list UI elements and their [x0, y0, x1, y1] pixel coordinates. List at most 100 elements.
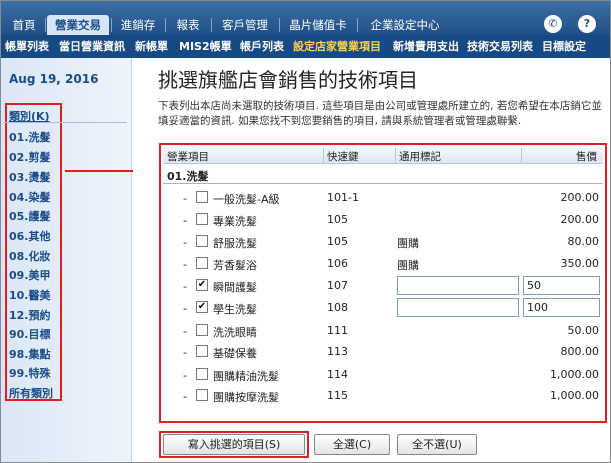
- sidebar-item-other[interactable]: 06.其他: [9, 228, 51, 244]
- subnav-goal-settings[interactable]: 目標設定: [542, 35, 586, 58]
- table-row: - ✔ 學生洗髮 108 100: [161, 298, 605, 320]
- sidebar-item-wash[interactable]: 01.洗髮: [9, 129, 51, 145]
- tab-customers[interactable]: 客戶管理: [217, 15, 273, 35]
- item-tag: 團購: [397, 259, 419, 272]
- row-dash: -: [183, 302, 187, 315]
- select-none-button[interactable]: 全不選(U): [397, 434, 477, 455]
- nav-divider: [45, 18, 46, 32]
- item-price: 200.00: [560, 213, 600, 226]
- item-name: 基礎保養: [213, 347, 257, 360]
- item-price: 350.00: [560, 257, 600, 270]
- item-name: 瞬間護髮: [213, 281, 257, 294]
- item-shortcut: 114: [327, 368, 348, 381]
- row-dash: -: [183, 346, 187, 359]
- table-row: - 團購按摩洗髮 115 1,000.00: [161, 386, 605, 408]
- price-input[interactable]: 50: [523, 276, 600, 295]
- row-checkbox[interactable]: [196, 368, 208, 380]
- sidebar-item-special[interactable]: 99.特殊: [9, 365, 51, 381]
- row-checkbox[interactable]: [196, 191, 208, 203]
- row-checkbox[interactable]: [196, 235, 208, 247]
- sidebar-item-goal[interactable]: 90.目標: [9, 326, 51, 342]
- sidebar-item-all[interactable]: 所有類別: [9, 385, 53, 401]
- subnav-tech-transactions[interactable]: 技術交易列表: [467, 35, 533, 58]
- tag-input[interactable]: [397, 298, 519, 317]
- nav-divider: [357, 18, 358, 32]
- row-checkbox[interactable]: [196, 213, 208, 225]
- sidebar-item-makeup[interactable]: 08.化妝: [9, 248, 51, 264]
- tab-reports[interactable]: 報表: [171, 15, 205, 35]
- sidebar-item-nails[interactable]: 09.美甲: [9, 267, 51, 283]
- row-dash: -: [183, 236, 187, 249]
- table-row: - 基礎保養 113 800.00: [161, 342, 605, 364]
- row-dash: -: [183, 390, 187, 403]
- tab-enterprise-settings[interactable]: 企業設定中心: [363, 15, 447, 35]
- item-shortcut: 113: [327, 345, 348, 358]
- sidebar: Aug 19, 2016 類別(K) 01.洗髮 02.剪髮 03.燙髮 04.…: [1, 58, 132, 462]
- column-divider: [521, 148, 522, 163]
- row-checkbox[interactable]: ✔: [196, 279, 208, 291]
- item-name: 一般洗髮-A級: [213, 193, 280, 206]
- phone-icon[interactable]: ✆: [544, 15, 562, 33]
- write-selected-button[interactable]: 寫入挑選的項目(S): [163, 434, 305, 455]
- price-input[interactable]: 100: [523, 298, 600, 317]
- row-checkbox[interactable]: [196, 324, 208, 336]
- subnav-bill-list[interactable]: 帳單列表: [5, 35, 49, 58]
- row-dash: -: [183, 214, 187, 227]
- subnav-mis2-bill[interactable]: MIS2帳單: [179, 35, 232, 58]
- item-price: 200.00: [560, 191, 600, 204]
- nav-divider: [211, 18, 212, 32]
- sidebar-item-cut[interactable]: 02.剪髮: [9, 149, 51, 165]
- table-row: - 一般洗髮-A級 101-1 200.00: [161, 188, 605, 210]
- item-price: 1,000.00: [550, 389, 599, 402]
- item-price: 800.00: [560, 345, 600, 358]
- item-table-highlight-box: 營業項目 快速鍵 通用標記 售價 01.洗髮 - 一般洗髮-A級 101-1 200.…: [159, 143, 607, 423]
- tab-home[interactable]: 首頁: [9, 15, 39, 35]
- sidebar-item-care[interactable]: 05.護髮: [9, 208, 51, 224]
- item-price: 1,000.00: [550, 368, 599, 381]
- tag-input[interactable]: [397, 276, 519, 295]
- column-divider: [323, 148, 324, 163]
- row-checkbox[interactable]: ✔: [196, 301, 208, 313]
- row-dash: -: [183, 369, 187, 382]
- table-row: - 洗洗眼睛 111 50.00: [161, 321, 605, 343]
- current-date: Aug 19, 2016: [9, 72, 99, 86]
- column-header-tag: 通用標記: [399, 151, 441, 163]
- sidebar-item-points[interactable]: 98.集點: [9, 346, 51, 362]
- subnav-add-expense[interactable]: 新增費用支出: [393, 35, 459, 58]
- nav-divider: [279, 18, 280, 32]
- item-shortcut: 101-1: [327, 191, 359, 204]
- column-header-price: 售價: [576, 151, 597, 163]
- item-shortcut: 107: [327, 279, 348, 292]
- row-checkbox[interactable]: [196, 257, 208, 269]
- row-checkbox[interactable]: [196, 345, 208, 357]
- item-shortcut: 106: [327, 257, 348, 270]
- subnav-new-bill[interactable]: 新帳單: [135, 35, 168, 58]
- item-name: 芳香髮浴: [213, 259, 257, 272]
- item-price: 80.00: [567, 235, 600, 248]
- sidebar-item-reservation[interactable]: 12.預約: [9, 307, 51, 323]
- sidebar-item-medical-beauty[interactable]: 10.醫美: [9, 287, 51, 303]
- item-shortcut: 108: [327, 301, 348, 314]
- sidebar-item-dye[interactable]: 04.染髮: [9, 189, 51, 205]
- item-price: 50.00: [567, 324, 600, 337]
- tab-inventory[interactable]: 進銷存: [117, 15, 159, 35]
- subnav-store-items[interactable]: 設定店家營業項目: [293, 35, 381, 58]
- item-name: 團購精油洗髮: [213, 370, 279, 383]
- table-row: - ✔ 瞬間護髮 107 50: [161, 276, 605, 298]
- category-divider: [3, 122, 127, 123]
- row-checkbox[interactable]: [196, 389, 208, 401]
- item-name: 舒服洗髮: [213, 237, 257, 250]
- page-title: 挑選旗艦店會銷售的技術項目: [158, 68, 418, 92]
- select-all-button[interactable]: 全選(C): [314, 434, 390, 455]
- help-icon[interactable]: ?: [578, 15, 596, 33]
- row-dash: -: [183, 280, 187, 293]
- tab-smartcard[interactable]: 晶片儲值卡: [285, 15, 351, 35]
- sidebar-item-perm[interactable]: 03.燙髮: [9, 169, 51, 185]
- nav-divider: [165, 18, 166, 32]
- page-description: 下表列出本店尚未選取的技術項目. 這些項目是由公司或管理處所建立的, 若您希望在…: [158, 100, 602, 127]
- subnav-daily-info[interactable]: 當日營業資訊: [59, 35, 125, 58]
- row-dash: -: [183, 258, 187, 271]
- subnav-account-list[interactable]: 帳戶列表: [240, 35, 284, 58]
- column-header-shortcut: 快速鍵: [327, 151, 359, 163]
- tab-business[interactable]: 營業交易: [47, 15, 109, 35]
